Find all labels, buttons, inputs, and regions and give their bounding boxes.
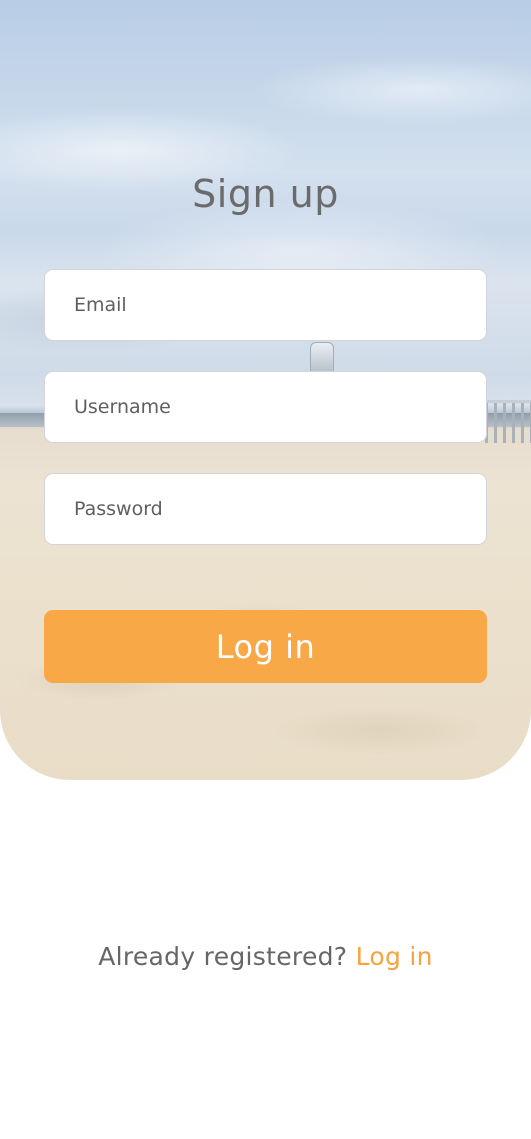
page-title: Sign up xyxy=(192,172,339,216)
email-field[interactable] xyxy=(44,269,487,341)
login-prompt-text: Already registered? xyxy=(98,942,348,971)
username-field[interactable] xyxy=(44,371,487,443)
lifeguard-tower xyxy=(310,342,334,372)
login-button-label: Log in xyxy=(215,627,316,666)
password-field[interactable] xyxy=(44,473,487,545)
pier-structure xyxy=(485,400,531,443)
email-input[interactable] xyxy=(74,294,457,316)
signup-screen: Sign up Log in Already registered? Log i… xyxy=(0,0,531,1139)
login-prompt: Already registered? Log in xyxy=(0,942,531,971)
login-link[interactable]: Log in xyxy=(356,942,433,971)
username-input[interactable] xyxy=(74,396,457,418)
login-button[interactable]: Log in xyxy=(44,610,487,683)
password-input[interactable] xyxy=(74,498,457,520)
